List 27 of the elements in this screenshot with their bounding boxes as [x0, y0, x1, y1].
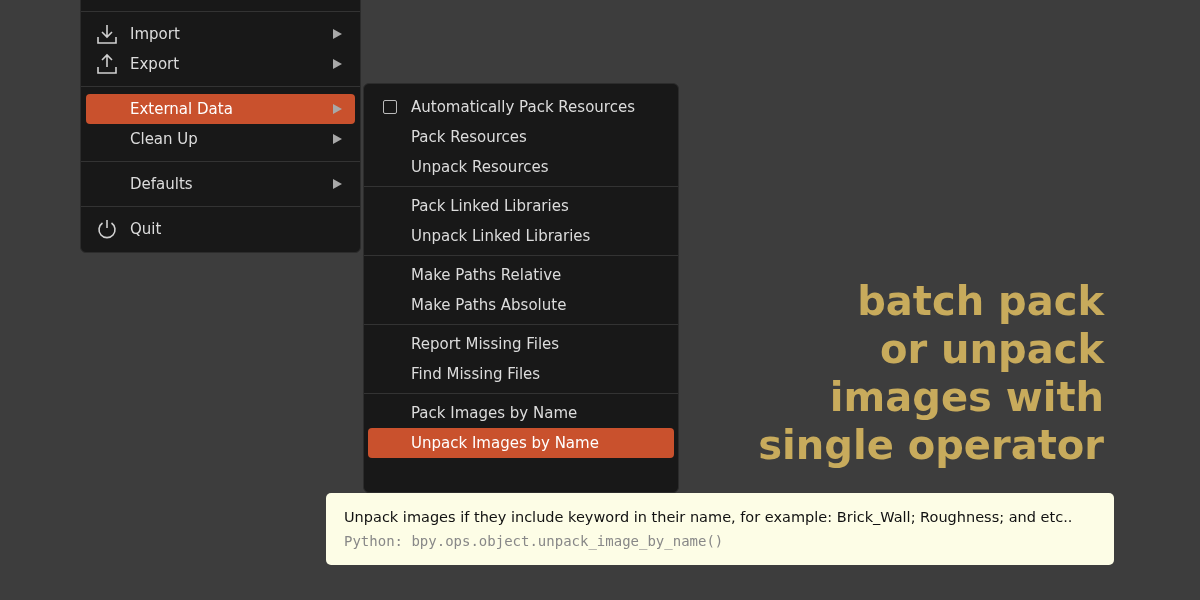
- headline-line: or unpack: [879, 325, 1104, 373]
- tooltip-description: Unpack images if they include keyword in their name, for example: Brick_Wall; Roughness; and etc..: [344, 508, 1074, 527]
- menu-item[interactable]: Import: [86, 19, 355, 49]
- menu-item[interactable]: Pack Images by Name: [368, 398, 674, 428]
- download-icon: [96, 23, 118, 45]
- menu-item[interactable]: Pack Resources: [368, 122, 674, 152]
- python-path: Python: bpy.ops.object.unpack_image_by_name(): [344, 532, 725, 551]
- menu-item[interactable]: Find Missing Files: [368, 359, 674, 389]
- headline-line: single operator: [758, 421, 1104, 469]
- upload-icon: [96, 53, 118, 75]
- menu-item[interactable]: Clean Up: [86, 124, 355, 154]
- headline-line: batch pack: [857, 277, 1104, 325]
- menu-item[interactable]: Quit: [86, 214, 355, 244]
- menu-item[interactable]: Export: [86, 49, 355, 79]
- headline-line: images with: [829, 373, 1104, 421]
- power-icon: [96, 218, 118, 240]
- menu-item[interactable]: Unpack Linked Libraries: [368, 221, 674, 251]
- menu-item[interactable]: Pack Linked Libraries: [368, 191, 674, 221]
- menu-item[interactable]: External Data: [86, 94, 355, 124]
- menu-item[interactable]: Defaults: [86, 169, 355, 199]
- menu-item[interactable]: Unpack Resources: [368, 152, 674, 182]
- menu-item[interactable]: Make Paths Absolute: [368, 290, 674, 320]
- menu-item[interactable]: Automatically Pack Resources: [368, 92, 674, 122]
- menu-item[interactable]: Make Paths Relative: [368, 260, 674, 290]
- menu-item[interactable]: Unpack Images by Name: [368, 428, 674, 458]
- checkbox[interactable]: [383, 100, 397, 114]
- menu-item[interactable]: Report Missing Files: [368, 329, 674, 359]
